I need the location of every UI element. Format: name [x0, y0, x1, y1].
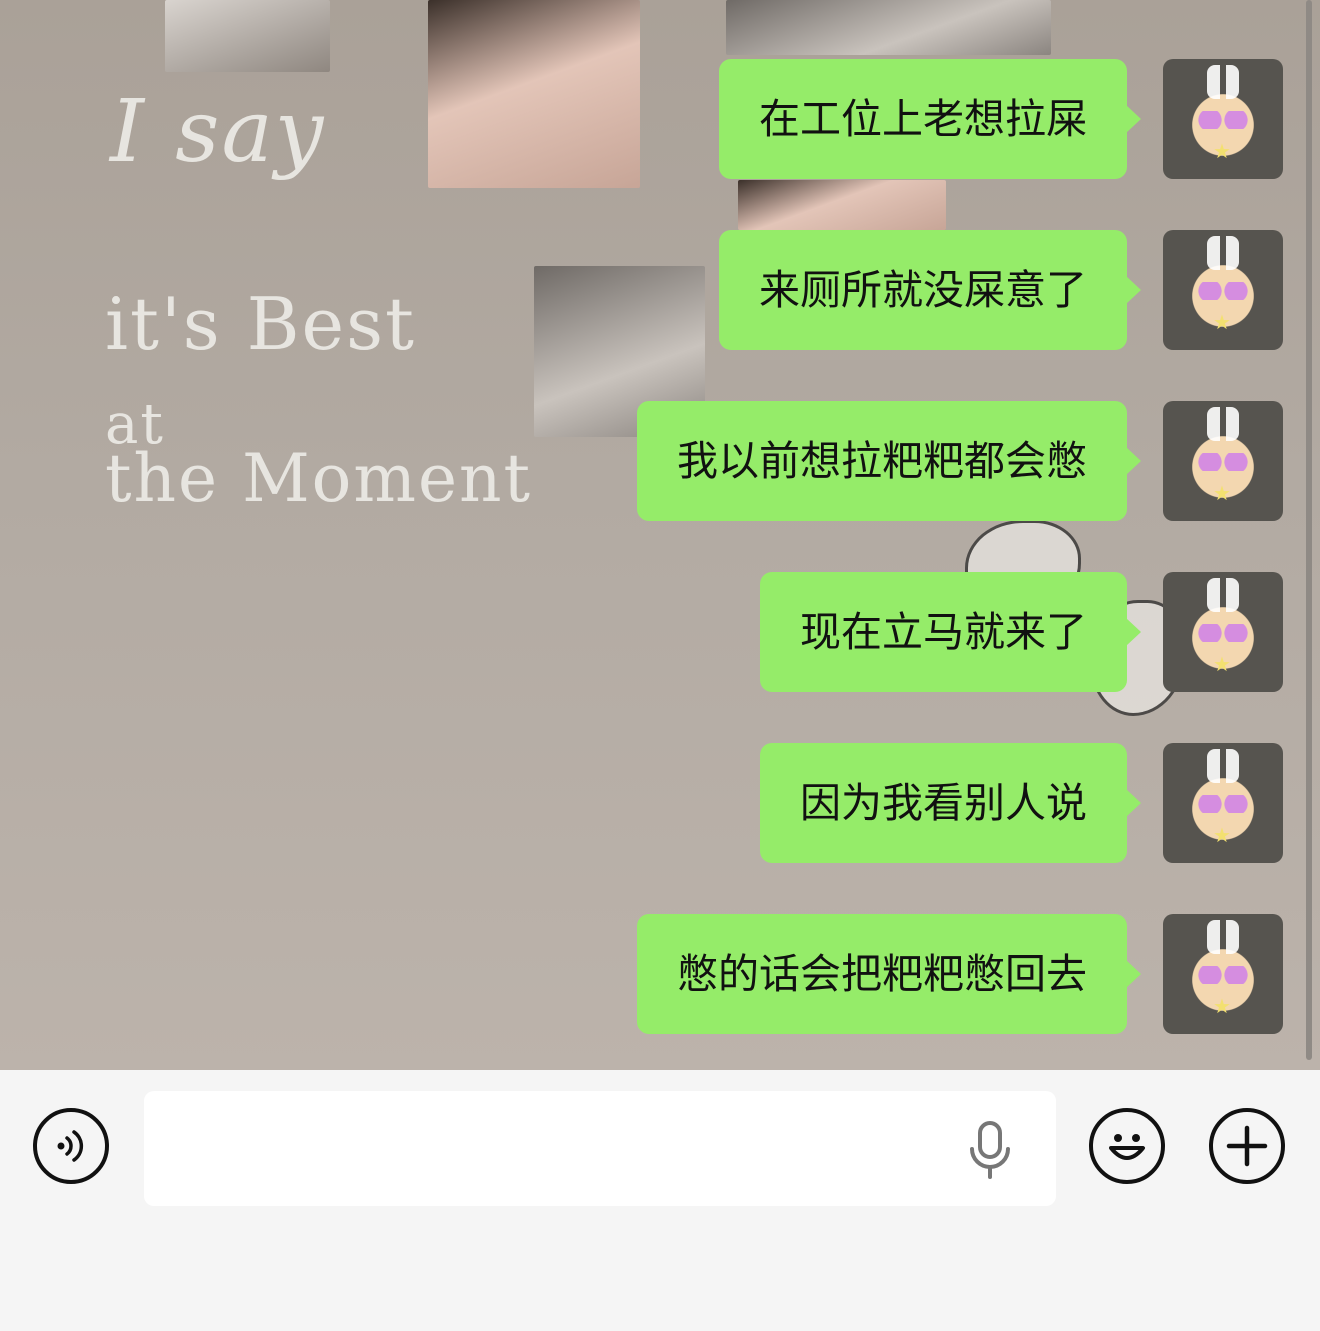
voice-icon	[57, 1130, 84, 1162]
message-bubble[interactable]: 因为我看别人说	[760, 743, 1141, 863]
message-bubble[interactable]: 在工位上老想拉屎	[719, 59, 1141, 179]
mic-icon[interactable]	[966, 1121, 1014, 1181]
input-bar	[0, 1070, 1320, 1331]
message-row: 因为我看别人说 ★	[760, 743, 1283, 863]
avatar[interactable]: ★	[1163, 230, 1283, 350]
wallpaper-photo	[428, 0, 640, 188]
avatar[interactable]: ★	[1163, 401, 1283, 521]
wallpaper-photo	[165, 0, 330, 72]
voice-button[interactable]	[33, 1108, 109, 1184]
message-bubble[interactable]: 我以前想拉粑粑都会憋	[637, 401, 1141, 521]
wallpaper-photo	[738, 180, 946, 230]
wallpaper-text: I say	[110, 82, 326, 182]
avatar[interactable]: ★	[1163, 743, 1283, 863]
message-row: 憋的话会把粑粑憋回去 ★	[637, 914, 1283, 1034]
more-button[interactable]	[1209, 1108, 1285, 1184]
scrollbar[interactable]	[1306, 0, 1312, 1060]
message-bubble[interactable]: 憋的话会把粑粑憋回去	[637, 914, 1141, 1034]
chat-area[interactable]: I say it's Best at the Moment 在工位上老想拉屎 ★…	[0, 0, 1320, 1070]
message-text-input[interactable]	[144, 1091, 944, 1206]
avatar[interactable]: ★	[1163, 59, 1283, 179]
message-row: 我以前想拉粑粑都会憋 ★	[637, 401, 1283, 521]
wallpaper-text: the Moment	[105, 440, 533, 517]
avatar[interactable]: ★	[1163, 914, 1283, 1034]
plus-icon	[1226, 1125, 1268, 1167]
message-row: 现在立马就来了 ★	[760, 572, 1283, 692]
avatar[interactable]: ★	[1163, 572, 1283, 692]
emoji-button[interactable]	[1089, 1108, 1165, 1184]
emoji-icon	[1109, 1134, 1145, 1160]
wallpaper-text: it's Best	[105, 282, 416, 366]
message-row: 来厕所就没屎意了 ★	[719, 230, 1283, 350]
wallpaper-photo	[726, 0, 1051, 55]
message-bubble[interactable]: 来厕所就没屎意了	[719, 230, 1141, 350]
message-bubble[interactable]: 现在立马就来了	[760, 572, 1141, 692]
message-input[interactable]	[144, 1091, 1056, 1206]
message-row: 在工位上老想拉屎 ★	[719, 59, 1283, 179]
